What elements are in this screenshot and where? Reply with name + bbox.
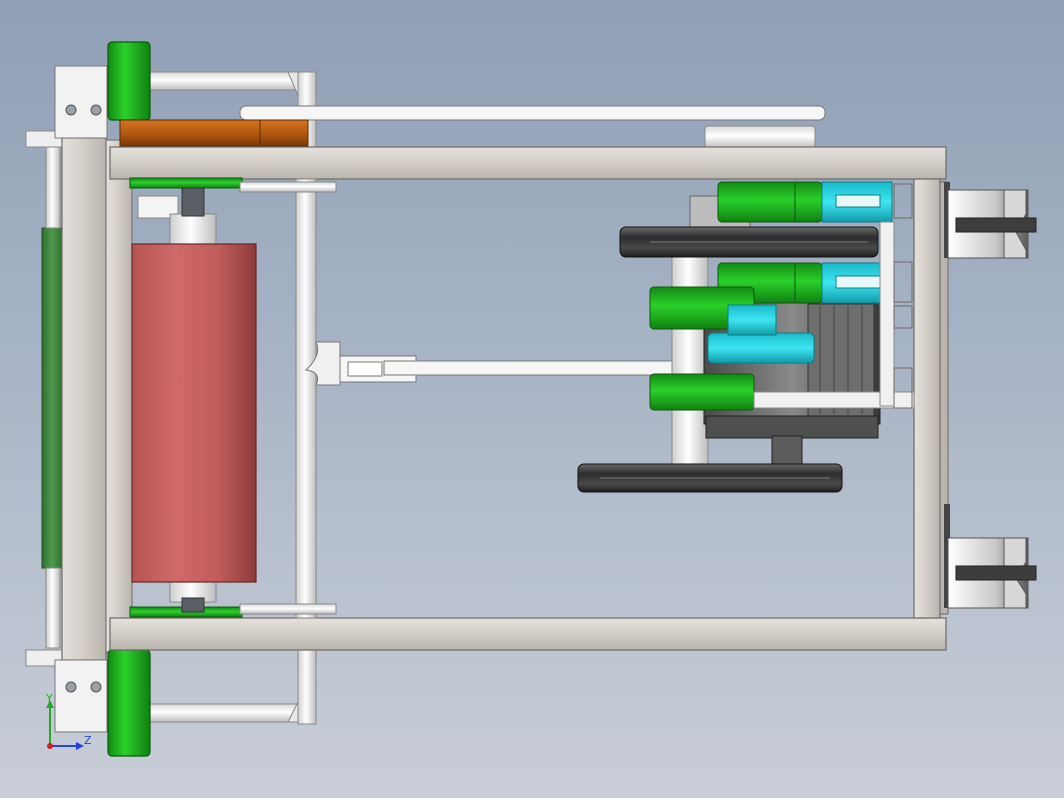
cyan-collar: [727, 304, 777, 336]
cad-viewport[interactable]: Y Z: [0, 0, 1064, 798]
left-frame-post: [61, 137, 107, 661]
drive-green-bearing-1: [717, 181, 823, 223]
mount-hole: [65, 681, 77, 693]
upper-arm-assembly: [107, 41, 826, 151]
link-end-cylinder: [704, 125, 816, 149]
post-slot: [893, 183, 913, 219]
frame-bottom-beam: [109, 617, 947, 651]
roller-upper-shaft: [181, 187, 205, 217]
roller-lower-shaft: [181, 597, 205, 613]
motor-base-flange: [705, 415, 879, 439]
post-slot: [893, 305, 913, 329]
red-roller-drum: [131, 243, 257, 583]
motor-output-shaft: [771, 435, 803, 467]
triad-z-arrow: [76, 742, 84, 750]
drive-motor-assembly: [577, 181, 915, 493]
lower-right-wheel: [944, 504, 1037, 609]
driven-vertical-shaft: [671, 249, 709, 467]
right-wheel-assemblies: [944, 182, 1037, 609]
upper-right-wheel: [944, 182, 1037, 259]
upper-tube-arm: [149, 71, 301, 91]
mount-hole: [90, 681, 102, 693]
cyan-hub: [707, 332, 815, 364]
mount-hole: [90, 104, 102, 116]
motor-mount-upright: [879, 221, 895, 407]
frame-right-post: [913, 178, 941, 619]
wheel-groove: [955, 217, 1037, 233]
lower-green-bearing: [107, 649, 151, 757]
left-top-mount-block: [54, 65, 108, 139]
upper-long-link-bar: [239, 105, 826, 121]
left-outer-rail-top: [45, 141, 61, 229]
upper-orange-bar: [119, 119, 309, 147]
lower-arm-assembly: [107, 647, 317, 757]
mount-hole: [65, 104, 77, 116]
roller-top-green-strip: [129, 177, 243, 189]
machine-assembly-drawing: Y Z: [25, 41, 1037, 757]
cyan-bracket-slot: [835, 275, 881, 289]
lower-arm-vertical-tube: [297, 647, 317, 725]
roller-upper-hub: [169, 213, 217, 247]
triad-origin: [47, 743, 53, 749]
frame-top-beam: [109, 146, 947, 180]
left-belt-strip: [41, 227, 63, 569]
triad-y-label: Y: [45, 692, 53, 705]
post-slot: [893, 261, 913, 303]
wheel-groove: [955, 565, 1037, 581]
upper-green-bearing: [107, 41, 151, 121]
center-link-slot: [347, 361, 383, 377]
roller-upper-axle: [239, 181, 337, 193]
left-outer-rail-bottom: [45, 567, 61, 649]
left-bottom-mount-block: [54, 659, 108, 733]
center-vertical-tube: [295, 178, 317, 619]
left-inner-post: [105, 139, 133, 653]
lower-tube-arm: [149, 703, 301, 723]
drive-green-bearing-4: [649, 373, 755, 411]
roller-lower-axle: [239, 603, 337, 615]
triad-z-label: Z: [84, 734, 92, 747]
cyan-bracket-slot: [835, 194, 881, 208]
